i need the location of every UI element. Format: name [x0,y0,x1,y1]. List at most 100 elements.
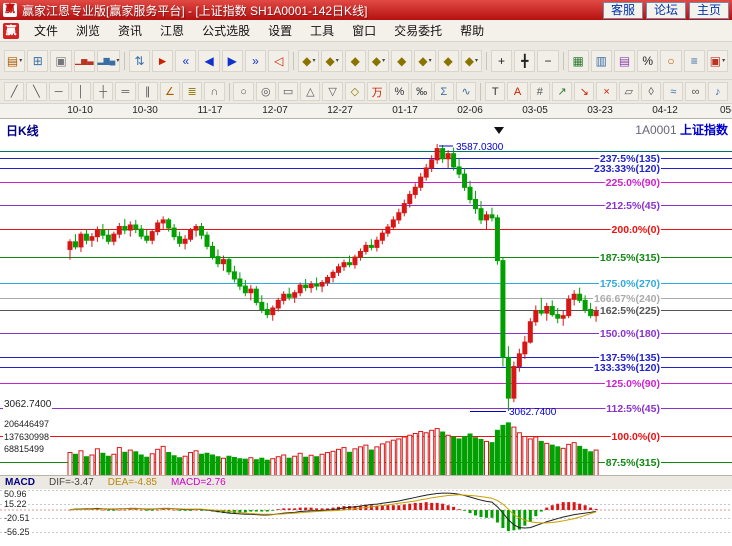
first-bar-icon[interactable]: « [175,50,196,72]
grid-icon[interactable]: ▦ [568,50,589,72]
volume-graph-icon[interactable]: ▂▆▄▾ [97,50,120,72]
toolbar-separator [486,52,487,70]
cross-line-icon[interactable]: ┼ [93,82,113,101]
capture-icon[interactable]: ▣▾ [707,50,728,72]
parallelogram-icon[interactable]: ▱ [619,82,639,101]
menu-tools[interactable]: 工具 [301,20,343,41]
window-title: 赢家江恩专业版[赢家服务平台] - [上证指数 SH1A0001-142日K线] [22,2,603,19]
menu-formula-stock-pick[interactable]: 公式选股 [193,20,259,41]
chart-area[interactable]: 237.5%(135)233.33%(120)225.0%(90)212.5%(… [0,118,732,475]
menu-settings[interactable]: 设置 [259,20,301,41]
percent-line-icon[interactable]: % [389,82,409,101]
gann-square-icon[interactable]: ◆▾ [298,50,319,72]
macd-chart[interactable] [0,489,732,546]
note-icon[interactable]: ♪ [708,82,728,101]
delete-drawing-icon[interactable]: × [596,82,616,101]
last-bar-icon[interactable]: » [245,50,266,72]
kline-period-icon[interactable]: ▤▾ [4,50,25,72]
menu-news[interactable]: 资讯 [109,20,151,41]
gann-grid-icon[interactable]: ◆ [391,50,412,72]
triangle-icon[interactable]: △ [300,82,320,101]
back-arrow-icon[interactable]: ◁ [268,50,289,72]
cycle-tool-icon[interactable]: ○ [660,50,681,72]
date-label: 01-17 [385,105,425,116]
fan-lines-icon[interactable]: ≣ [182,82,202,101]
menu-bar: 赢 文件浏览资讯江恩公式选股设置工具窗口交易委托帮助 [0,20,732,42]
date-label: 10-30 [125,105,165,116]
menu-browse[interactable]: 浏览 [67,20,109,41]
kline-chart[interactable]: 237.5%(135)233.33%(120)225.0%(90)212.5%(… [0,119,732,476]
gann-wheel-icon[interactable]: ◆▾ [321,50,342,72]
macd-dif-value: DIF=-3.47 [49,477,94,488]
menu-help[interactable]: 帮助 [451,20,493,41]
forum-button[interactable]: 论坛 [646,2,686,19]
clipboard-icon[interactable]: ▣ [50,50,71,72]
circle-icon[interactable]: ○ [233,82,253,101]
menu-gann[interactable]: 江恩 [151,20,193,41]
flag-icon[interactable]: ► [152,50,173,72]
infinity-icon[interactable]: ∞ [685,82,705,101]
chart-window-icon[interactable]: ⊞ [27,50,48,72]
gann-label: 112.5%(45) [606,403,660,415]
volume-axis-label: 68815499 [3,444,45,454]
calendar-icon[interactable]: ▤ [614,50,635,72]
gann-label: 200.0%(0) [612,224,660,236]
quote-table-icon[interactable]: ▥ [591,50,612,72]
text-tool-icon[interactable]: T [485,82,505,101]
pencil-icon[interactable]: ╱ [4,82,24,101]
toolbar-separator [480,83,481,101]
approx-icon[interactable]: ≈ [663,82,683,101]
concentric-circles-icon[interactable]: ◎ [256,82,276,101]
arrow-up-right-icon[interactable]: ↗ [552,82,572,101]
list-icon[interactable]: ≡ [684,50,705,72]
swap-vertical-icon[interactable]: ⇅ [129,50,150,72]
gann-label: 133.33%(120) [594,362,660,374]
wan-line-icon[interactable]: 万 [367,82,387,101]
vertical-line-icon[interactable]: │ [71,82,91,101]
zoom-in-icon[interactable]: + [491,50,512,72]
macd-header[interactable]: MACD DIF=-3.47 DEA=-4.85 MACD=2.76 [0,475,732,489]
gann-time-icon[interactable]: ◆▾ [461,50,482,72]
menu-file[interactable]: 文件 [25,20,67,41]
rectangle-icon[interactable]: ▭ [278,82,298,101]
label-tool-icon[interactable]: A [507,82,527,101]
double-line-icon[interactable]: ═ [115,82,135,101]
menu-window[interactable]: 窗口 [343,20,385,41]
diamond-icon[interactable]: ◇ [345,82,365,101]
macd-background [0,489,732,546]
percent-tool-icon[interactable]: % [637,50,658,72]
pane-label: 日K线 [6,122,39,139]
date-axis: 10-1010-3011-1712-0712-2701-1702-0603-05… [0,104,732,118]
macd-pane[interactable]: 50.9615.22-20.51-56.25 [0,489,732,546]
peak-price-annotation: 3587.0300 [456,142,504,153]
dropdown-arrow-icon: ▾ [336,57,339,64]
arc-icon[interactable]: ∩ [204,82,224,101]
lozenge-icon[interactable]: ◊ [641,82,661,101]
date-label: 03-23 [580,105,620,116]
permille-line-icon[interactable]: ‰ [411,82,431,101]
inverted-triangle-icon[interactable]: ▽ [322,82,342,101]
measure-icon[interactable]: # [530,82,550,101]
zoom-out-icon[interactable]: − [537,50,558,72]
date-label: 12-27 [320,105,360,116]
trendline-icon[interactable]: ╲ [26,82,46,101]
arrow-down-right-icon[interactable]: ↘ [574,82,594,101]
angle-line-icon[interactable]: ∠ [160,82,180,101]
crosshair-icon[interactable]: ╋ [514,50,535,72]
gann-fan-tool-icon[interactable]: ◆▾ [368,50,389,72]
sigma-icon[interactable]: Σ [434,82,454,101]
gann-box-icon[interactable]: ◆ [345,50,366,72]
horizontal-line-icon[interactable]: ─ [49,82,69,101]
bar-graph-icon[interactable]: ▁▅▃ [74,50,95,72]
gann-circle-icon[interactable]: ◆▾ [414,50,435,72]
menu-trade[interactable]: 交易委托 [385,20,451,41]
dropdown-arrow-icon: ▾ [382,57,385,64]
gann-angle-icon[interactable]: ◆ [438,50,459,72]
home-button[interactable]: 主页 [689,2,729,19]
prev-bar-icon[interactable]: ◀ [198,50,219,72]
macd-axis-label: -20.51 [3,513,31,523]
wave-icon[interactable]: ∿ [456,82,476,101]
next-bar-icon[interactable]: ▶ [222,50,243,72]
parallel-line-icon[interactable]: ∥ [138,82,158,101]
customer-service-button[interactable]: 客服 [603,2,643,19]
